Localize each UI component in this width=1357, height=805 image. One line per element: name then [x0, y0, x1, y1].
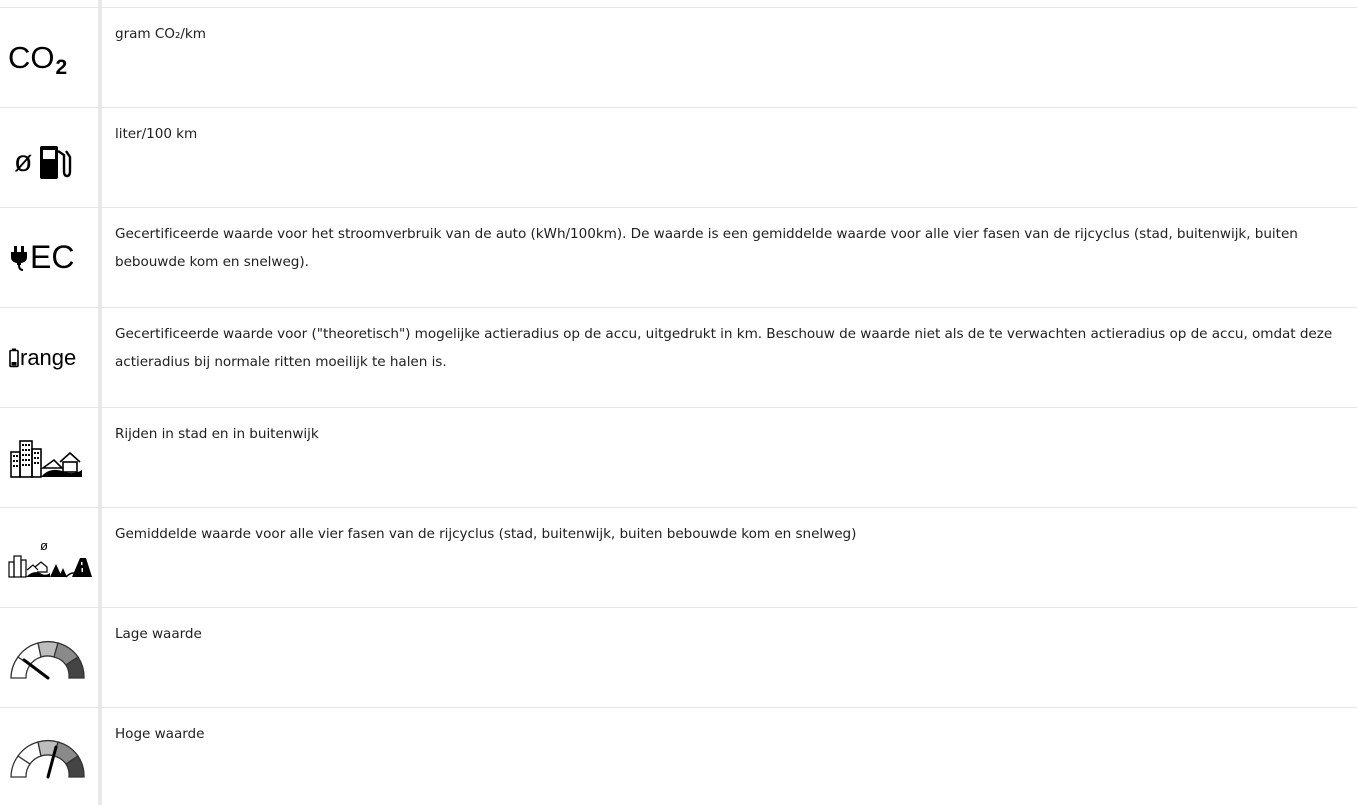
legend-text-energy-consumption: Gecertificeerde waarde voor het stroomve… — [115, 226, 1298, 270]
legend-row-city-suburb: Rijden in stad en in buitenwijk — [0, 408, 1357, 508]
energy-consumption-icon: EC — [6, 239, 74, 276]
legend-row-energy-consumption: EC Gecertificeerde waarde voor het stroo… — [0, 208, 1357, 308]
legend-text-range: Gecertificeerde waarde voor ("theoretisc… — [115, 326, 1333, 370]
co2-icon: CO2 — [8, 40, 68, 79]
battery-range-icon: range — [6, 345, 76, 371]
symbol-legend-table: CO2 gram CO₂/km ø liter/100 km EC Gecert… — [0, 0, 1357, 805]
legend-row-co2: CO2 gram CO₂/km — [0, 7, 1357, 108]
high-value-gauge-icon — [10, 739, 85, 778]
legend-text-city-suburb: Rijden in stad en in buitenwijk — [115, 426, 319, 442]
battery-icon — [9, 348, 19, 367]
all-phases-average-icon: ø — [8, 538, 92, 578]
city-suburb-icon — [10, 439, 82, 478]
driving-phases-icon — [8, 554, 92, 578]
fuel-consumption-icon: ø — [6, 143, 72, 181]
legend-text-low-value: Lage waarde — [115, 626, 202, 642]
legend-row-fuel: ø liter/100 km — [0, 108, 1357, 208]
legend-text-fuel: liter/100 km — [115, 126, 198, 142]
average-symbol: ø — [40, 537, 48, 553]
legend-row-all-phases: ø Gemiddelde waarde voor alle vier fasen… — [0, 508, 1357, 608]
fuel-pump-icon — [40, 145, 72, 179]
legend-row-low-value: Lage waarde — [0, 608, 1357, 708]
low-value-gauge-icon — [10, 640, 85, 679]
plug-icon — [11, 245, 27, 271]
legend-text-high-value: Hoge waarde — [115, 726, 205, 742]
ec-label: EC — [30, 239, 75, 275]
range-label: range — [20, 344, 77, 370]
legend-row-high-value: Hoge waarde — [0, 708, 1357, 805]
legend-text-co2: gram CO₂/km — [115, 26, 206, 42]
legend-text-all-phases: Gemiddelde waarde voor alle vier fasen v… — [115, 526, 857, 542]
average-symbol: ø — [14, 144, 33, 178]
legend-row-range: range Gecertificeerde waarde voor ("theo… — [0, 308, 1357, 408]
